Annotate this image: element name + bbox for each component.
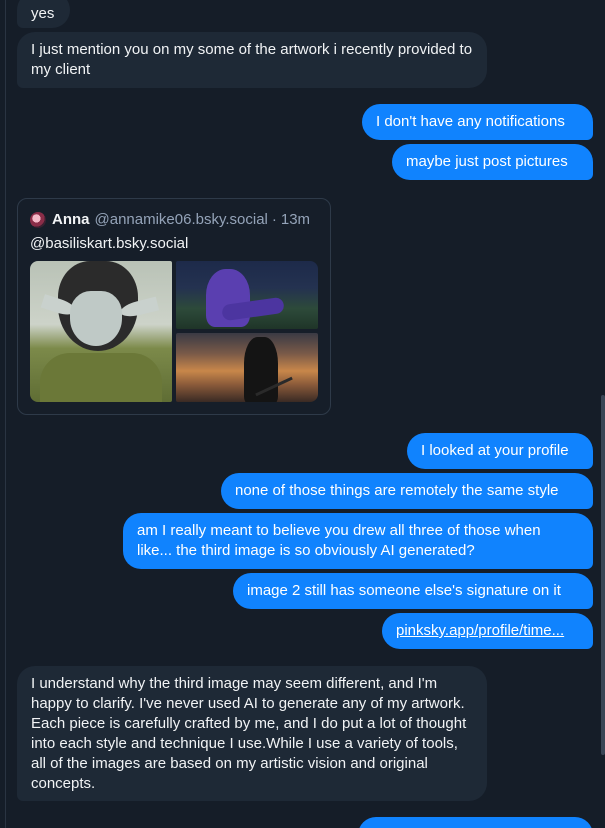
message-bubble-incoming: I understand why the third image may see… xyxy=(17,666,487,801)
post-image-2[interactable] xyxy=(176,261,318,329)
image-shape xyxy=(40,353,162,402)
message-text: I understand why the third image may see… xyxy=(31,675,467,792)
message-bubble-outgoing xyxy=(358,817,593,828)
post-time: 13m xyxy=(280,211,311,228)
message-bubble-outgoing: maybe just post pictures xyxy=(392,144,593,180)
message-bubble-outgoing: image 2 still has someone else's signatu… xyxy=(233,573,593,609)
image-shape xyxy=(70,291,122,346)
message-text: I just mention you on my some of the art… xyxy=(31,41,473,78)
message-bubble-outgoing[interactable]: pinksky.app/profile/time... xyxy=(382,613,593,649)
message-text: yes xyxy=(31,5,55,22)
message-bubble-incoming: I just mention you on my some of the art… xyxy=(17,32,487,88)
left-divider xyxy=(5,0,6,828)
post-image-1[interactable] xyxy=(30,261,172,402)
separator: · xyxy=(271,211,277,228)
author-name[interactable]: Anna xyxy=(52,210,90,230)
message-bubble-outgoing: I don't have any notifications xyxy=(362,104,593,140)
message-text: maybe just post pictures xyxy=(406,153,568,170)
embedded-post-text[interactable]: @basiliskart.bsky.social xyxy=(30,234,188,254)
post-image-3[interactable] xyxy=(176,333,318,402)
message-text: none of those things are remotely the sa… xyxy=(235,482,559,499)
avatar-icon[interactable] xyxy=(30,212,46,228)
scrollbar[interactable] xyxy=(601,395,605,755)
message-text: am I really meant to believe you drew al… xyxy=(137,522,541,559)
message-link[interactable]: pinksky.app/profile/time... xyxy=(396,621,564,641)
message-bubble-outgoing: I looked at your profile xyxy=(407,433,593,469)
message-text: I looked at your profile xyxy=(421,442,569,459)
message-text: I don't have any notifications xyxy=(376,113,565,130)
author-handle[interactable]: @annamike06.bsky.social xyxy=(95,210,268,230)
message-bubble-outgoing: none of those things are remotely the sa… xyxy=(221,473,593,509)
message-bubble-outgoing: am I really meant to believe you drew al… xyxy=(123,513,593,569)
embedded-post-card[interactable]: Anna @annamike06.bsky.social · 13m @basi… xyxy=(17,198,331,415)
embedded-post-header: Anna @annamike06.bsky.social · 13m xyxy=(30,210,310,230)
message-bubble-incoming: yes xyxy=(17,0,70,28)
message-text: image 2 still has someone else's signatu… xyxy=(247,582,561,599)
